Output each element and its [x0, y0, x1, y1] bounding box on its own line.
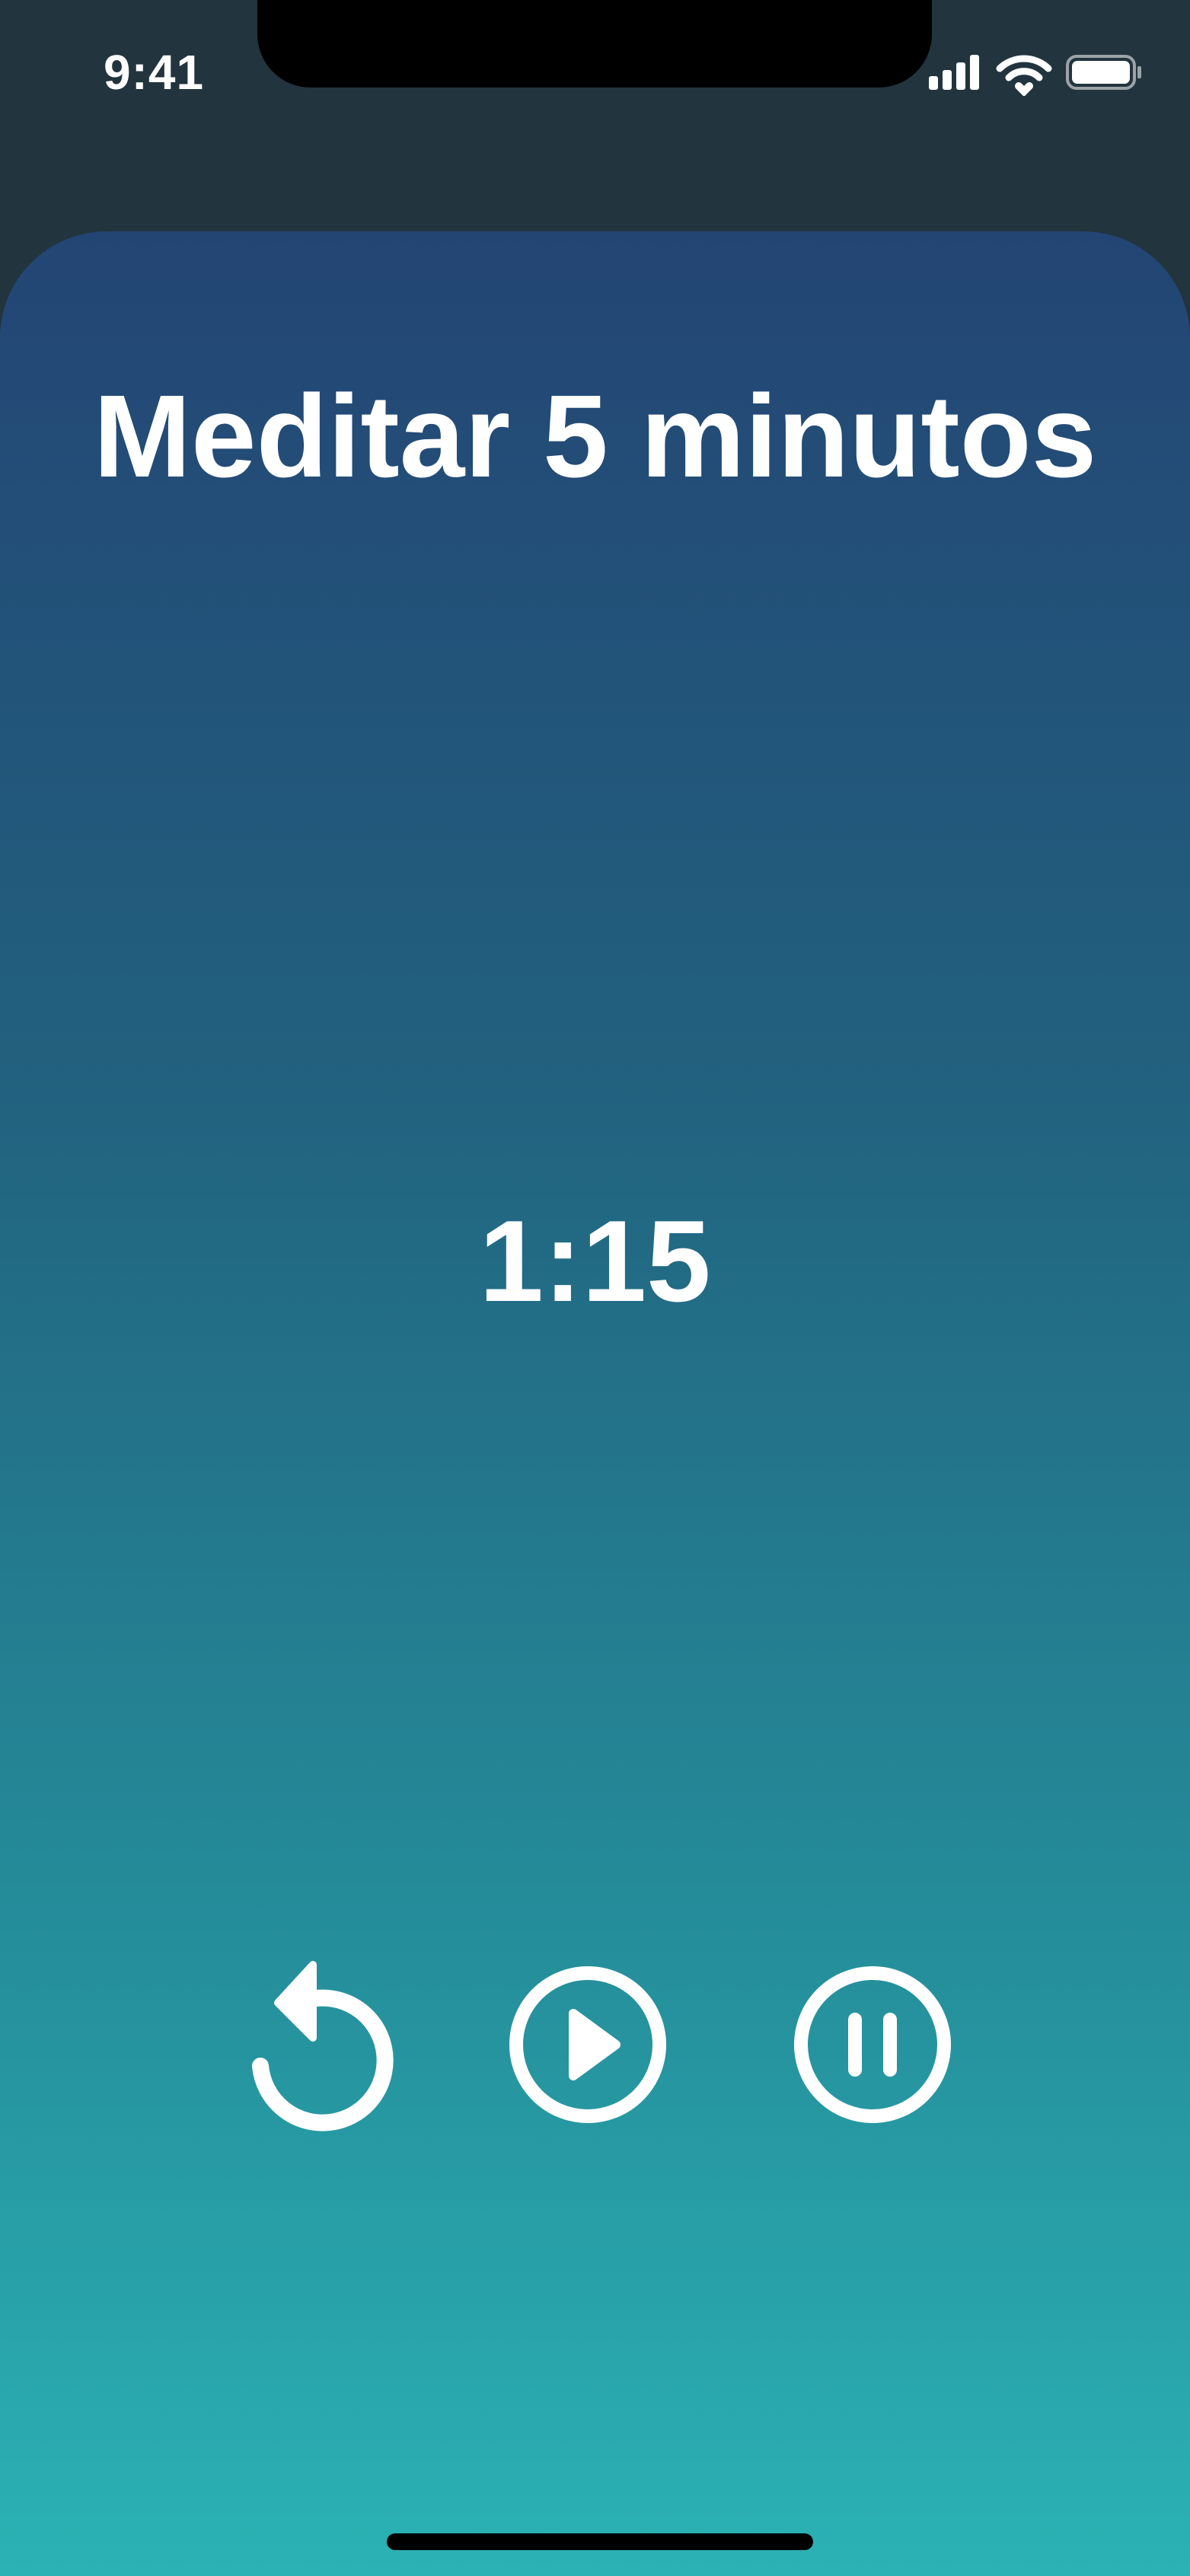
- play-button[interactable]: [500, 1957, 675, 2132]
- status-icons: [929, 50, 1142, 97]
- device-notch: [257, 0, 932, 88]
- status-time: 9:41: [104, 45, 205, 100]
- status-bar: 9:41: [0, 0, 1190, 152]
- timer-display: 1:15: [479, 1197, 711, 1326]
- playback-controls: [0, 1957, 1190, 2155]
- restart-button[interactable]: [219, 1957, 394, 2132]
- home-indicator[interactable]: [387, 2533, 813, 2550]
- signal-icon: [929, 55, 979, 90]
- wifi-icon: [996, 55, 1052, 97]
- page-title: Meditar 5 minutos: [93, 371, 1097, 502]
- meditation-card: Meditar 5 minutos 1:15: [0, 231, 1190, 2576]
- pause-icon: [794, 1966, 951, 2123]
- pause-button[interactable]: [785, 1957, 960, 2132]
- restart-icon: [252, 1961, 394, 2131]
- play-icon: [509, 1966, 666, 2123]
- battery-icon: [1066, 55, 1141, 90]
